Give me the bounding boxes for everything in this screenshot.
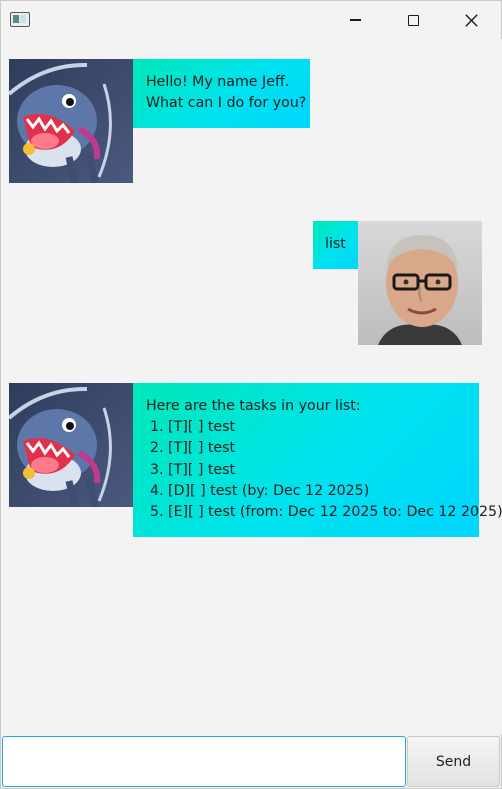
- app-window-icon: [10, 12, 30, 27]
- task-item: 5. [E][ ] test (from: Dec 12 2025 to: De…: [150, 504, 502, 521]
- app-window: Hello! My name Jeff. What can I do for y…: [0, 0, 502, 789]
- close-icon: [464, 13, 478, 27]
- maximize-icon: [407, 14, 419, 26]
- message-input[interactable]: [2, 736, 406, 787]
- user-photo-avatar: [358, 221, 482, 345]
- message-text: list: [325, 236, 346, 252]
- chat-scroll-area[interactable]: Hello! My name Jeff. What can I do for y…: [2, 39, 502, 734]
- task-item: 2. [T][ ] test: [150, 440, 236, 457]
- close-button[interactable]: [448, 1, 494, 39]
- shark-avatar: [9, 59, 133, 183]
- task-item: 3. [T][ ] test: [150, 461, 236, 478]
- title-bar[interactable]: [1, 1, 501, 39]
- send-button[interactable]: Send: [407, 736, 500, 787]
- user-message-bubble: list: [313, 221, 358, 269]
- message-line: What can I do for you?: [146, 95, 307, 112]
- maximize-button[interactable]: [390, 1, 436, 39]
- task-item: 1. [T][ ] test: [150, 419, 236, 436]
- task-list: 1. [T][ ] test 2. [T][ ] test 3. [T][ ] …: [146, 417, 502, 523]
- bot-message-bubble: Hello! My name Jeff. What can I do for y…: [133, 59, 310, 128]
- input-bar: Send: [1, 736, 501, 789]
- minimize-icon: [349, 19, 361, 21]
- message-header: Here are the tasks in your list:: [146, 398, 361, 414]
- minimize-button[interactable]: [332, 1, 378, 39]
- bot-message-bubble: Here are the tasks in your list: 1. [T][…: [133, 383, 502, 537]
- message-line: Hello! My name Jeff.: [146, 74, 290, 90]
- shark-avatar: [9, 383, 133, 507]
- task-item: 4. [D][ ] test (by: Dec 12 2025): [150, 482, 370, 499]
